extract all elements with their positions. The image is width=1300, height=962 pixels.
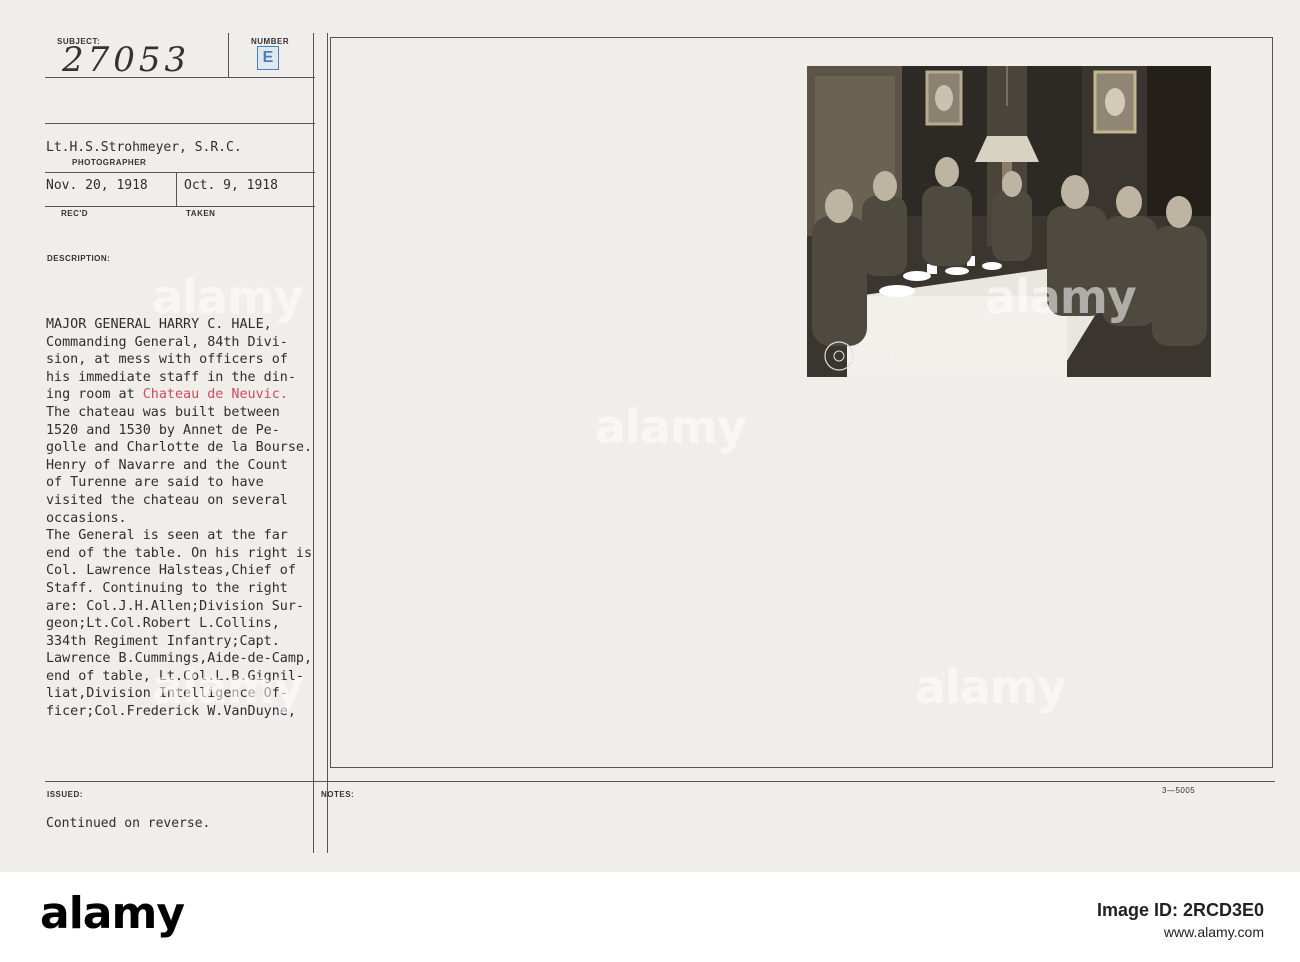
description-line: Col. Lawrence Halsteas,Chief of — [46, 563, 296, 579]
grid-line — [330, 767, 1273, 768]
form-code: 3—5005 — [1162, 786, 1196, 795]
number-letter-stamp: E — [257, 46, 279, 70]
grid-line — [45, 172, 315, 173]
received-date: Nov. 20, 1918 — [46, 178, 148, 193]
image-id-block: Image ID: 2RCD3E0 www.alamy.com — [1097, 898, 1264, 943]
description-line: liat,Division Intelligence Of- — [46, 686, 288, 702]
issued-label: ISSUED: — [47, 790, 83, 799]
description-line: end of the table. On his right is — [46, 545, 313, 561]
site-url[interactable]: www.alamy.com — [1097, 923, 1264, 943]
grid-line — [45, 123, 315, 124]
description-line: end of table, Lt.Col.L.B.Gignil- — [46, 668, 304, 684]
description-line: occasions. — [46, 510, 127, 526]
grid-line — [330, 37, 1273, 38]
taken-label: TAKEN — [186, 209, 216, 218]
grid-line — [1272, 37, 1273, 768]
number-label: NUMBER — [251, 37, 290, 46]
subject-number: 27053 — [62, 40, 191, 80]
officers-dining-photo: 27053 — [807, 66, 1211, 377]
grid-line — [45, 781, 1275, 782]
received-label: REC'D — [61, 209, 89, 218]
record-card: SUBJECT: NUMBER 27053 E Lt.H.S.Strohmeye… — [0, 0, 1300, 872]
red-place-name: Chateau de Neuvic. — [142, 387, 288, 403]
alamy-logo[interactable]: alamy — [40, 888, 185, 939]
description-line: golle and Charlotte de la Bourse. — [46, 440, 313, 456]
notes-label: NOTES: — [321, 790, 355, 799]
description-label: DESCRIPTION: — [47, 254, 111, 263]
description-line: ficer;Col.Frederick W.VanDuyne, — [46, 704, 296, 720]
description-line: ing room at Chateau de Neuvic. — [46, 387, 288, 403]
watermark-text: alamy — [595, 400, 747, 454]
description-line: The General is seen at the far — [46, 528, 288, 544]
description-line: are: Col.J.H.Allen;Division Sur- — [46, 598, 304, 614]
photographer-label: PHOTOGRAPHER — [72, 158, 147, 167]
description-line: MAJOR GENERAL HARRY C. HALE, — [46, 317, 272, 332]
grid-line — [228, 33, 229, 78]
description-line: 1520 and 1530 by Annet de Pe- — [46, 422, 280, 438]
taken-date: Oct. 9, 1918 — [184, 178, 278, 193]
description-line: Henry of Navarre and the Count — [46, 457, 288, 473]
description-line: visited the chateau on several — [46, 492, 288, 508]
photo-stamp-number: 27053 — [850, 350, 892, 365]
photographer-name: Lt.H.S.Strohmeyer, S.R.C. — [46, 140, 242, 155]
issued-text: Continued on reverse. — [46, 816, 211, 831]
description-line: his immediate staff in the din- — [46, 369, 296, 385]
photo-illustration — [807, 66, 1211, 377]
image-id: Image ID: 2RCD3E0 — [1096, 900, 1264, 920]
description-line: of Turenne are said to have — [46, 475, 264, 491]
description-line: geon;Lt.Col.Robert L.Collins, — [46, 616, 280, 632]
description-line: The chateau was built between — [46, 404, 280, 420]
description-text: MAJOR GENERAL HARRY C. HALE, Commanding G… — [46, 316, 366, 721]
watermark-text: alamy — [915, 660, 1067, 714]
grid-line — [176, 173, 177, 206]
description-line: Commanding General, 84th Divi- — [46, 334, 288, 350]
description-line: Lawrence B.Cummings,Aide-de-Camp, — [46, 651, 313, 667]
description-line: Staff. Continuing to the right — [46, 580, 288, 596]
grid-line — [45, 206, 315, 207]
description-line: sion, at mess with officers of — [46, 352, 288, 368]
description-line: 334th Regiment Infantry;Capt. — [46, 633, 280, 649]
